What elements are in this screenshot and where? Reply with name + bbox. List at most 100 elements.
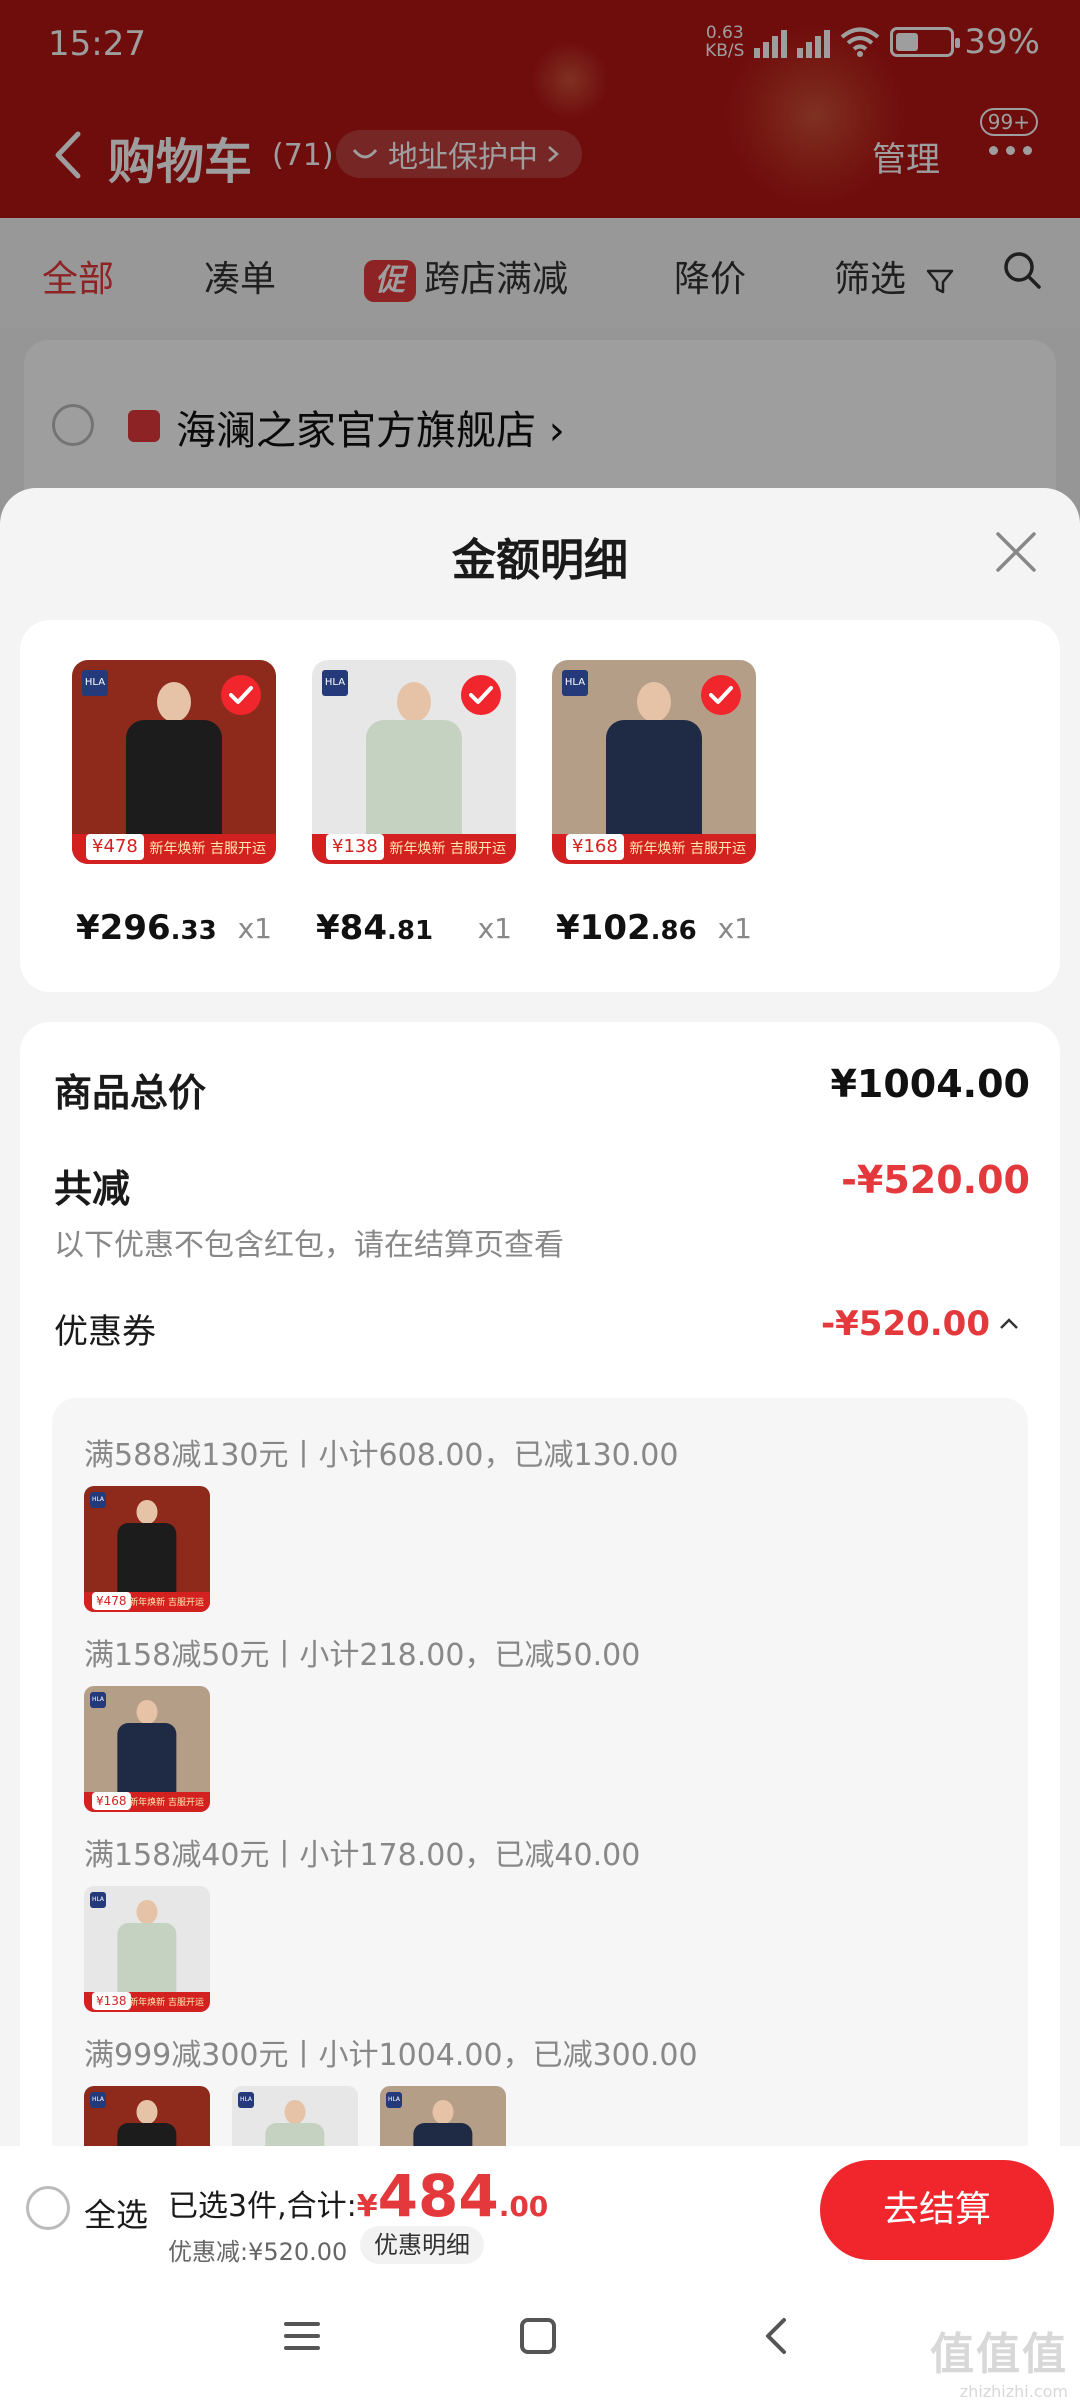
price-detail-card: 商品总价 ¥1004.00 共减 -¥520.00 以下优惠不包含红包，请在结算… <box>20 1022 1060 2146</box>
discount-summary: 优惠减:¥520.00 <box>168 2238 348 2266</box>
select-all-radio[interactable] <box>26 2186 70 2230</box>
promo-banner: ¥478 新年焕新 吉服开运 <box>72 834 276 864</box>
model-figure <box>432 2099 454 2125</box>
brand-logo: HLA <box>90 1492 106 1508</box>
close-icon[interactable] <box>992 528 1040 576</box>
selected-item[interactable]: HLA ¥478 新年焕新 吉服开运 ¥296.33 x1 <box>72 660 276 948</box>
promo-banner: ¥138 新年焕新 吉服开运 <box>84 1992 210 2012</box>
product-thumbnail: HLA ¥478 新年焕新 吉服开运 <box>72 660 276 864</box>
discount-note: 以下优惠不包含红包，请在结算页查看 <box>54 1228 564 1263</box>
menu-icon[interactable] <box>282 2316 322 2356</box>
promo-banner: ¥478 新年焕新 吉服开运 <box>84 1592 210 1612</box>
checkout-bar: 全选 已选3件,合计: ¥ 484 .00 优惠减:¥520.00 优惠明细 去… <box>0 2146 1080 2276</box>
brand-logo: HLA <box>562 670 588 696</box>
product-total-label: 商品总价 <box>54 1071 207 1115</box>
price-tag: ¥138 <box>92 1992 131 2010</box>
brand-logo: HLA <box>322 670 348 696</box>
product-thumbnail: HLA¥168新年焕新 吉服开运 <box>380 2086 506 2146</box>
total-integer: 484 <box>377 2162 499 2230</box>
model-figure <box>284 2099 306 2125</box>
total-currency: ¥ <box>356 2189 378 2224</box>
promo-text: 新年焕新 吉服开运 <box>129 1798 204 1808</box>
promo-banner: ¥138 新年焕新 吉服开运 <box>312 834 516 864</box>
watermark: 值值值 zhizhizhi.com <box>930 2329 1068 2400</box>
garment <box>117 1923 177 1998</box>
price-tag: ¥168 <box>566 834 624 860</box>
checkout-button[interactable]: 去结算 <box>820 2160 1054 2260</box>
system-nav-bar: 值值值 zhizhizhi.com <box>0 2276 1080 2400</box>
promo-text: 新年焕新 吉服开运 <box>389 841 506 857</box>
price-tag: ¥478 <box>92 1592 131 1610</box>
brand-logo: HLA <box>90 2092 106 2108</box>
product-total-value: ¥1004.00 <box>830 1062 1030 1106</box>
garment <box>117 1723 177 1798</box>
product-thumbnail: HLA ¥478新年焕新 吉服开运 <box>84 1486 210 1612</box>
product-thumbnail: HLA ¥138新年焕新 吉服开运 <box>84 1886 210 2012</box>
chevron-up-icon <box>1000 1318 1018 1329</box>
reduce-value: -¥520.00 <box>841 1158 1030 1202</box>
model-figure <box>136 1499 158 1525</box>
product-thumbnail: HLA ¥168新年焕新 吉服开运 <box>84 1686 210 1812</box>
item-quantity: x1 <box>717 912 752 945</box>
model-figure <box>136 2099 158 2125</box>
item-quantity: x1 <box>237 912 272 945</box>
item-price: ¥102.86 <box>556 908 697 948</box>
coupon-toggle[interactable]: -¥520.00 <box>821 1304 1020 1344</box>
reduce-label: 共减 <box>54 1167 131 1211</box>
model-figure <box>157 682 191 722</box>
garment <box>606 720 702 840</box>
garment <box>117 2123 177 2146</box>
price-tag: ¥478 <box>86 834 144 860</box>
model-figure <box>136 1699 158 1725</box>
selected-item[interactable]: HLA ¥168 新年焕新 吉服开运 ¥102.86 x1 <box>552 660 756 948</box>
promo-text: 新年焕新 吉服开运 <box>129 1598 204 1608</box>
amount-detail-sheet: 金额明细 HLA ¥478 新年焕新 吉服开运 ¥296.33 x1 HLA ¥138 新年焕… <box>0 488 1080 2146</box>
garment <box>126 720 222 840</box>
coupon-label: 优惠券 <box>54 1312 156 1352</box>
select-all-label[interactable]: 全选 <box>84 2190 148 2236</box>
selected-items-card: HLA ¥478 新年焕新 吉服开运 ¥296.33 x1 HLA ¥138 新年焕新 吉服开… <box>20 620 1060 992</box>
sheet-title: 金额明细 <box>452 535 628 586</box>
model-figure <box>397 682 431 722</box>
total-decimal: .00 <box>498 2190 549 2223</box>
item-quantity: x1 <box>477 912 512 945</box>
model-figure <box>637 682 671 722</box>
product-thumbnail: HLA ¥138 新年焕新 吉服开运 <box>312 660 516 864</box>
promo-banner: ¥168 新年焕新 吉服开运 <box>84 1792 210 1812</box>
brand-logo: HLA <box>90 1692 106 1708</box>
check-icon[interactable] <box>700 674 742 716</box>
check-icon[interactable] <box>460 674 502 716</box>
coupon-value: -¥520.00 <box>821 1304 990 1344</box>
promo-text: 新年焕新 吉服开运 <box>129 1998 204 2008</box>
product-thumbnail: HLA¥478新年焕新 吉服开运 <box>84 2086 210 2146</box>
product-thumbnail: HLA¥138新年焕新 吉服开运 <box>232 2086 358 2146</box>
garment <box>117 1523 177 1598</box>
garment <box>366 720 462 840</box>
brand-logo: HLA <box>90 1892 106 1908</box>
coupon-rule: 满999减300元丨小计1004.00，已减300.00 <box>84 2038 698 2073</box>
garment <box>413 2123 473 2146</box>
coupon-breakdown: 满588减130元丨小计608.00，已减130.00 HLA ¥478 新年焕新 吉… <box>52 1398 1028 2146</box>
price-tag: ¥138 <box>326 834 384 860</box>
back-nav-icon[interactable] <box>756 2316 796 2356</box>
discount-detail-button[interactable]: 优惠明细 <box>360 2226 484 2264</box>
product-thumbnail: HLA ¥168 新年焕新 吉服开运 <box>552 660 756 864</box>
total-summary: 已选3件,合计: ¥ 484 .00 <box>168 2162 548 2230</box>
brand-logo: HLA <box>238 2092 254 2108</box>
coupon-rule: 满588减130元丨小计608.00，已减130.00 <box>84 1438 679 1473</box>
coupon-rule: 满158减40元丨小计178.00，已减40.00 <box>84 1838 641 1873</box>
promo-text: 新年焕新 吉服开运 <box>629 841 746 857</box>
item-price: ¥296.33 <box>76 908 217 948</box>
garment <box>265 2123 325 2146</box>
promo-text: 新年焕新 吉服开运 <box>149 841 266 857</box>
coupon-rule: 满158减50元丨小计218.00，已减50.00 <box>84 1638 641 1673</box>
model-figure <box>136 1899 158 1925</box>
selected-item[interactable]: HLA ¥138 新年焕新 吉服开运 ¥84.81 x1 <box>312 660 516 948</box>
brand-logo: HLA <box>386 2092 402 2108</box>
home-icon[interactable] <box>518 2316 558 2356</box>
price-tag: ¥168 <box>92 1792 131 1810</box>
check-icon[interactable] <box>220 674 262 716</box>
item-price: ¥84.81 <box>316 908 434 948</box>
selected-text: 已选3件,合计: <box>168 2189 357 2224</box>
brand-logo: HLA <box>82 670 108 696</box>
